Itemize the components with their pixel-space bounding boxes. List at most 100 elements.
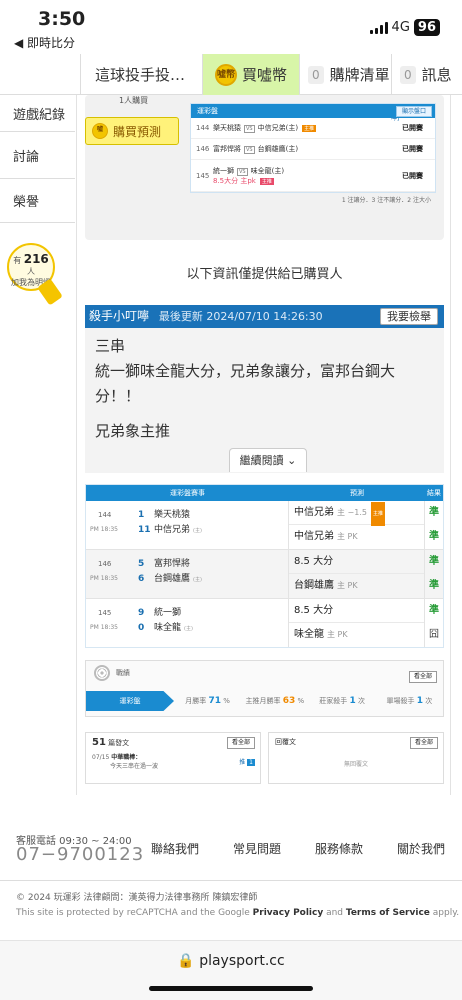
footer-terms-link[interactable]: 服務條款: [315, 840, 363, 857]
table-row: 146 PM 18:35 5 富邦悍將 6 台鋼雄鷹 (主) 8.5 大分 台鋼雄鷹主…: [86, 550, 443, 599]
team-name: 中信兄弟: [154, 525, 191, 535]
prediction-mini-table: [所有殺手小叮嚀] 運彩盤 顯示盤口 144 樂天桃猿VS中信兄弟(主)主推 已…: [190, 103, 436, 204]
sidebar-item-honor[interactable]: 榮譽: [0, 179, 75, 223]
tab-purchase-list[interactable]: 0 購牌清單: [299, 54, 391, 95]
report-button[interactable]: 我要檢舉: [380, 308, 438, 325]
month-win-rate: 月勝率 71 %: [174, 696, 241, 706]
game-id: 145: [196, 171, 210, 180]
terms-of-service-link[interactable]: Terms of Service: [346, 908, 430, 918]
team-score: 6: [138, 574, 145, 584]
team-away: 富邦悍將: [213, 145, 241, 153]
result-cell: 準 囧: [425, 599, 443, 647]
footer-faq-link[interactable]: 常見問題: [233, 840, 281, 857]
post-pager[interactable]: 推 1: [239, 757, 255, 766]
target-icon: [94, 665, 110, 681]
game-time: PM 18:35: [90, 526, 118, 533]
line: 主 −1.5: [337, 508, 367, 517]
sidebar-item-game-record[interactable]: 遊戲紀錄: [0, 95, 75, 132]
result-win: 準: [429, 531, 439, 542]
prediction: 味全龍主 PK: [289, 623, 424, 647]
tip-line: 兄弟象主推: [95, 422, 171, 440]
game-time: PM 18:35: [90, 624, 118, 631]
footer-contact-link[interactable]: 聯絡我們: [151, 840, 199, 857]
matchup: 富邦悍將 VS 台鋼雄鷹(主): [213, 144, 363, 154]
game-id: 146: [98, 560, 112, 568]
signal-icon: [369, 21, 388, 34]
stat-unit: 次: [357, 697, 365, 705]
header-result: 結果: [427, 489, 441, 497]
tip-line: 三串: [95, 337, 126, 355]
team-score: 5: [138, 559, 145, 569]
address-bar[interactable]: 🔒 playsport.cc: [0, 953, 462, 969]
tab-buy-coins[interactable]: 噓幣 買噓幣: [202, 54, 299, 95]
tab-pitcher[interactable]: 這球投手投…: [80, 54, 202, 95]
matchup-cell: 144 PM 18:35 1 樂天桃猿 11 中信兄弟 (主): [86, 501, 289, 549]
home-tag: (主): [193, 528, 202, 534]
coin-icon: 噓: [92, 123, 108, 139]
record-title: 戰績: [94, 665, 130, 681]
record-panel: 戰績 看全部 運彩盤 月勝率 71 % 主推月勝率 63 % 莊家殺手 1 次 …: [85, 660, 444, 717]
stat-value: 71: [208, 696, 222, 706]
hotline-number[interactable]: 07−9700123: [16, 844, 144, 865]
show-odds-button[interactable]: 顯示盤口: [395, 106, 432, 117]
pick: 台鋼雄鷹: [294, 580, 334, 591]
follow-lightbulb-button[interactable]: 有 216 人 加我為明燈: [7, 243, 63, 306]
page-number: 1: [247, 759, 255, 766]
game-id: 144: [98, 511, 112, 519]
posts-panel: 51 篇發文 看全部 07/15 中華職棒： 今天三串在過一波 推 1: [85, 732, 261, 784]
killer-tips-header: 殺手小叮嚀 最後更新 2024/07/10 14:26:30 我要檢舉: [85, 305, 444, 328]
record-category[interactable]: 運彩盤: [86, 691, 174, 711]
table-row: 145 PM 18:35 9 統一獅 0 味全龍 (主) 8.5 大分 味全龍主 PK…: [86, 599, 443, 647]
game-status: 已開賽: [402, 145, 423, 153]
back-to-app-link[interactable]: ◀ 即時比分: [14, 34, 75, 51]
posts-label: 篇發文: [108, 739, 130, 747]
game-status: 已開賽: [402, 124, 423, 132]
privacy-policy-link[interactable]: Privacy Policy: [253, 908, 324, 918]
home-tag: (主): [193, 577, 202, 583]
buy-prediction-label: 購買預測: [113, 124, 162, 139]
stat-label: 莊家殺手: [319, 697, 348, 705]
see-all-record-button[interactable]: 看全部: [408, 671, 437, 683]
featured-badge: 主推: [259, 177, 274, 185]
team-home: 中信兄弟(主): [257, 124, 299, 132]
mini-row: 144 樂天桃猿 VS 中信兄弟(主) 主推 已開賽: [191, 118, 435, 139]
stat-value: 63: [282, 696, 296, 706]
single-killer: 單場殺手 1 次: [376, 696, 443, 706]
team-score: 0: [138, 623, 145, 633]
featured-badge: 主推: [302, 125, 317, 132]
team-away: 統一獅: [213, 166, 234, 175]
mini-row: 146 富邦悍將 VS 台鋼雄鷹(主) 已開賽: [191, 139, 435, 160]
home-indicator[interactable]: [149, 986, 313, 991]
tip-line: 統一獅味全龍大分，兄弟象讓分，富邦台鋼大: [95, 362, 396, 380]
stat-unit: %: [223, 697, 230, 705]
buyer-count: 1人購買: [119, 96, 149, 105]
post-item[interactable]: 07/15 中華職棒： 今天三串在過一波: [92, 753, 158, 771]
footer-about-link[interactable]: 關於我們: [397, 840, 445, 857]
team-name: 台鋼雄鷹: [154, 574, 191, 584]
post-date: 07/15: [92, 754, 110, 761]
team-away: 1 樂天桃猿: [138, 507, 190, 520]
team-home: 6 台鋼雄鷹 (主): [138, 571, 202, 584]
sidebar-item-discussion[interactable]: 討論: [0, 132, 75, 179]
footer-divider: [0, 880, 462, 881]
see-all-posts-button[interactable]: 看全部: [226, 737, 255, 749]
sidebar: 遊戲紀錄 討論 榮譽: [0, 95, 75, 223]
copyright: © 2024 玩運彩 法律顧問：漢英得力法律事務所 陳鎮宏律師: [16, 893, 258, 903]
pick: 8.5 大分: [294, 556, 334, 567]
header-events: 運彩盤賽事: [170, 489, 205, 497]
team-name: 味全龍: [154, 623, 182, 633]
team-name: 富邦悍將: [154, 559, 191, 569]
pick: 中信兄弟: [294, 531, 334, 542]
tab-messages[interactable]: 0 訊息: [391, 54, 462, 95]
buy-prediction-button[interactable]: 噓 購買預測: [85, 117, 179, 145]
tab-count-badge: 0: [308, 65, 324, 84]
see-all-replies-button[interactable]: 看全部: [409, 737, 438, 749]
stat-unit: 次: [425, 697, 433, 705]
line: 主 PK: [337, 532, 358, 541]
read-more-button[interactable]: 繼續閱讀 ⌄: [229, 448, 307, 472]
result-win: 準: [429, 556, 439, 567]
team-home: 台鋼雄鷹(主): [257, 145, 299, 153]
game-id: 144: [196, 124, 210, 132]
top-tab-bar: 這球投手投… 噓幣 買噓幣 0 購牌清單 0 訊息: [0, 54, 462, 95]
prediction: 8.5 大分: [289, 599, 424, 623]
